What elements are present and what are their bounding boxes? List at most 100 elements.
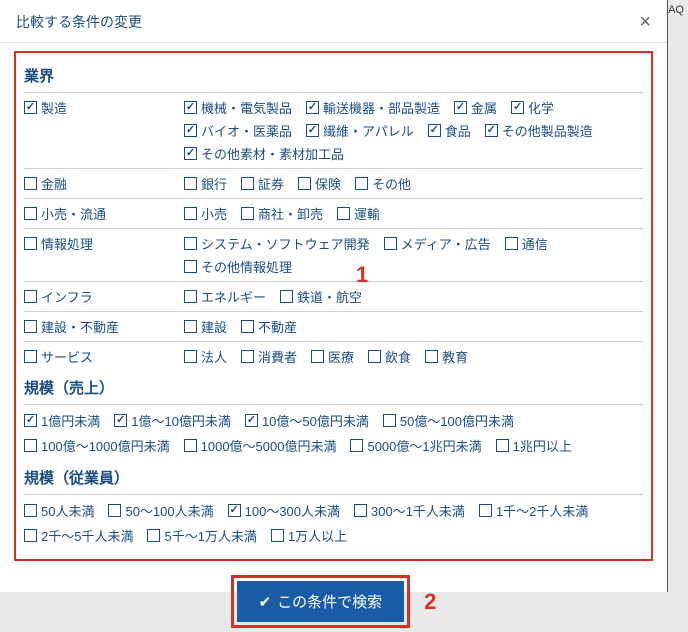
industry-item-checkbox[interactable]: 化学 xyxy=(511,98,554,117)
checkbox-box xyxy=(184,207,197,220)
checkbox-box xyxy=(496,439,509,452)
industry-item-label: その他製品製造 xyxy=(502,121,593,140)
checkbox-box xyxy=(306,124,319,137)
industry-items: システム・ソフトウェア開発メディア・広告 通信その他情報処理 xyxy=(184,234,643,276)
industry-item-checkbox[interactable]: 食品 xyxy=(428,121,471,140)
industry-item-label: 輸送機器・部品製造 xyxy=(323,98,440,117)
industry-item-checkbox[interactable]: 運輸 xyxy=(337,204,380,223)
checkbox-box xyxy=(184,124,197,137)
industry-item-label: 法人 xyxy=(201,347,227,366)
industry-item-checkbox[interactable]: 不動産 xyxy=(241,317,297,336)
checkbox-box xyxy=(147,529,160,542)
industry-row: インフラ エネルギー鉄道・航空 xyxy=(24,281,643,311)
close-icon[interactable]: × xyxy=(639,12,651,32)
checkbox-box xyxy=(184,350,197,363)
industry-item-checkbox[interactable]: 建設 xyxy=(184,317,227,336)
employees-item-checkbox[interactable]: 2千〜5千人未満 xyxy=(24,526,133,545)
employees-item-checkbox[interactable]: 50〜100人未満 xyxy=(108,501,213,520)
industry-item-checkbox[interactable]: 通信 xyxy=(505,234,548,253)
employees-item-checkbox[interactable]: 50人未満 xyxy=(24,501,94,520)
industry-item-label: 機械・電気製品 xyxy=(201,98,292,117)
checkbox-box xyxy=(108,504,121,517)
industry-category-label: 製造 xyxy=(41,98,67,117)
industry-category-checkbox[interactable]: 小売・流通 xyxy=(24,204,106,223)
industry-item-checkbox[interactable]: 繊維・アパレル xyxy=(306,121,414,140)
checkbox-box xyxy=(298,177,311,190)
industry-item-checkbox[interactable]: 小売 xyxy=(184,204,227,223)
checkbox-box xyxy=(184,439,197,452)
industry-item-checkbox[interactable]: 飲食 xyxy=(368,347,411,366)
industry-item-label: 食品 xyxy=(445,121,471,140)
search-button[interactable]: ✔ この条件で検索 xyxy=(237,581,405,622)
industry-item-checkbox[interactable]: 医療 xyxy=(311,347,354,366)
revenue-item-checkbox[interactable]: 5000億〜1兆円未満 xyxy=(350,436,481,455)
revenue-item-checkbox[interactable]: 1000億〜5000億円未満 xyxy=(184,436,337,455)
industry-category-checkbox[interactable]: インフラ xyxy=(24,287,93,306)
industry-item-checkbox[interactable]: 保険 xyxy=(298,174,341,193)
industry-category-checkbox[interactable]: 情報処理 xyxy=(24,234,93,253)
industry-item-checkbox[interactable]: エネルギー xyxy=(184,287,266,306)
industry-category-checkbox[interactable]: 金融 xyxy=(24,174,67,193)
employees-item-checkbox[interactable]: 5千〜1万人未満 xyxy=(147,526,256,545)
industry-item-checkbox[interactable]: 教育 xyxy=(425,347,468,366)
checkbox-box xyxy=(485,124,498,137)
industry-item-label: 通信 xyxy=(522,234,548,253)
industry-item-label: 銀行 xyxy=(201,174,227,193)
employees-item-label: 300〜1千人未満 xyxy=(371,501,465,520)
employees-item-checkbox[interactable]: 300〜1千人未満 xyxy=(354,501,465,520)
industry-item-checkbox[interactable]: メディア・広告 xyxy=(384,234,491,253)
industry-item-checkbox[interactable]: その他製品製造 xyxy=(485,121,593,140)
industry-item-checkbox[interactable]: 消費者 xyxy=(241,347,297,366)
industry-item-checkbox[interactable]: システム・ソフトウェア開発 xyxy=(184,234,370,253)
revenue-item-label: 1億円未満 xyxy=(41,411,100,430)
employees-group: 50人未満 50〜100人未満 100〜300人未満 300〜1千人未満 1千〜2千人未… xyxy=(24,494,643,551)
employees-item-checkbox[interactable]: 1万人以上 xyxy=(271,526,347,545)
industry-item-checkbox[interactable]: 証券 xyxy=(241,174,284,193)
revenue-item-checkbox[interactable]: 100億〜1000億円未満 xyxy=(24,436,170,455)
checkbox-box xyxy=(428,124,441,137)
industry-item-checkbox[interactable]: 法人 xyxy=(184,347,227,366)
revenue-item-label: 1億〜10億円未満 xyxy=(131,411,231,430)
revenue-item-checkbox[interactable]: 1億円未満 xyxy=(24,411,100,430)
industry-item-label: 化学 xyxy=(528,98,554,117)
revenue-item-checkbox[interactable]: 50億〜100億円未満 xyxy=(383,411,514,430)
industry-item-checkbox[interactable]: 銀行 xyxy=(184,174,227,193)
filter-modal: 比較する条件の変更 × 業界 製造機械・電気製品輸送機器・部品製造金属化学バイオ… xyxy=(0,0,668,592)
checkbox-box xyxy=(241,207,254,220)
industry-category: 小売・流通 xyxy=(24,204,184,223)
modal-body: 業界 製造機械・電気製品輸送機器・部品製造金属化学バイオ・医薬品繊維・アパレル食… xyxy=(0,43,667,632)
revenue-item-checkbox[interactable]: 1億〜10億円未満 xyxy=(114,411,231,430)
employees-item-label: 50〜100人未満 xyxy=(125,501,213,520)
industry-item-checkbox[interactable]: その他 xyxy=(355,174,411,193)
industry-category-checkbox[interactable]: 製造 xyxy=(24,98,67,117)
industry-category: 情報処理 xyxy=(24,234,184,253)
industry-item-checkbox[interactable]: 鉄道・航空 xyxy=(280,287,362,306)
employees-item-label: 100〜300人未満 xyxy=(245,501,340,520)
revenue-item-checkbox[interactable]: 10億〜50億円未満 xyxy=(245,411,369,430)
industry-item-checkbox[interactable]: その他情報処理 xyxy=(184,257,292,276)
industry-item-checkbox[interactable]: 金属 xyxy=(454,98,497,117)
revenue-item-label: 100億〜1000億円未満 xyxy=(41,436,170,455)
industry-item-checkbox[interactable]: 商社・卸売 xyxy=(241,204,323,223)
industry-category-checkbox[interactable]: 建設・不動産 xyxy=(24,317,119,336)
industry-items: 法人消費者医療飲食教育 xyxy=(184,347,643,366)
industry-row: 情報処理 システム・ソフトウェア開発メディア・広告 通信その他情報処理 xyxy=(24,228,643,281)
highlight-box-2: ✔ この条件で検索 xyxy=(231,575,411,628)
section-title-employees: 規模（従業員） xyxy=(24,467,643,488)
checkbox-box xyxy=(350,439,363,452)
checkbox-box xyxy=(24,504,37,517)
checkbox-box xyxy=(24,529,37,542)
industry-category: サービス xyxy=(24,347,184,366)
revenue-item-checkbox[interactable]: 1兆円以上 xyxy=(496,436,572,455)
industry-item-checkbox[interactable]: 輸送機器・部品製造 xyxy=(306,98,440,117)
industry-item-checkbox[interactable]: その他素材・素材加工品 xyxy=(184,144,344,163)
checkbox-box xyxy=(24,290,37,303)
checkbox-box xyxy=(454,101,467,114)
industry-item-checkbox[interactable]: バイオ・医薬品 xyxy=(184,121,292,140)
industry-category-checkbox[interactable]: サービス xyxy=(24,347,93,366)
industry-item-checkbox[interactable]: 機械・電気製品 xyxy=(184,98,292,117)
employees-item-checkbox[interactable]: 1千〜2千人未満 xyxy=(479,501,588,520)
checkbox-box xyxy=(271,529,284,542)
employees-item-checkbox[interactable]: 100〜300人未満 xyxy=(228,501,340,520)
checkbox-box xyxy=(511,101,524,114)
